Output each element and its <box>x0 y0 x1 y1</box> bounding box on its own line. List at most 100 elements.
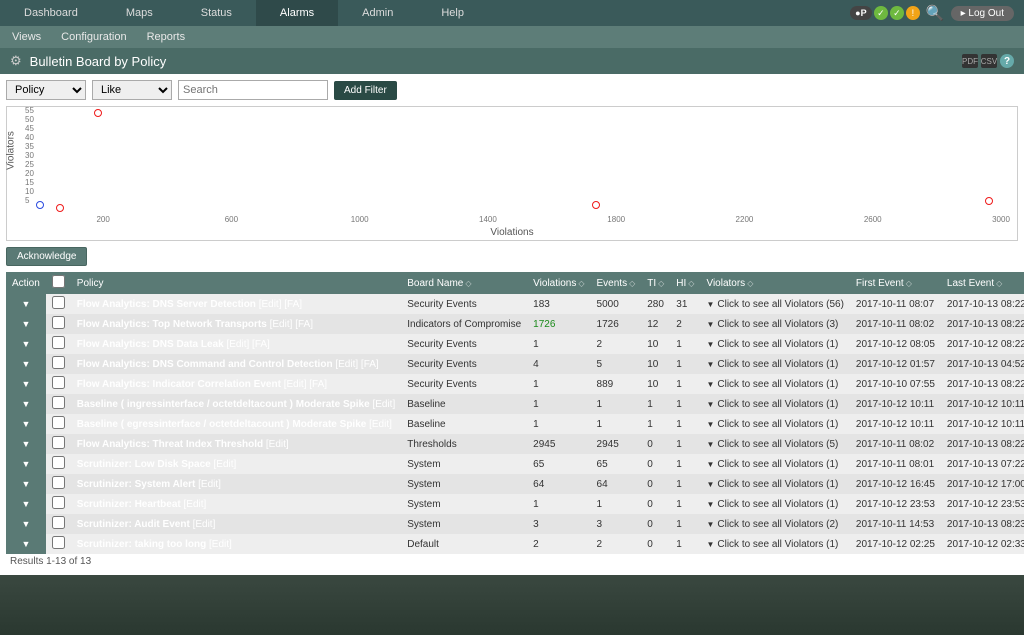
row-action-icon[interactable]: ▼ <box>21 479 30 489</box>
chart-point[interactable] <box>94 109 102 117</box>
policy-link[interactable]: [Edit] <box>214 459 237 470</box>
violators-link[interactable]: ▼Click to see all Violators (1) <box>706 499 838 510</box>
row-checkbox[interactable] <box>52 516 65 529</box>
violators-link[interactable]: ▼Click to see all Violators (1) <box>706 339 838 350</box>
row-checkbox[interactable] <box>52 376 65 389</box>
violators-link[interactable]: ▼Click to see all Violators (1) <box>706 399 838 410</box>
row-checkbox[interactable] <box>52 316 65 329</box>
row-checkbox[interactable] <box>52 336 65 349</box>
row-action-icon[interactable]: ▼ <box>21 539 30 549</box>
policy-link[interactable]: [Edit] <box>193 519 216 530</box>
search-icon[interactable]: 🔍 <box>926 4 945 22</box>
badge-ok-1[interactable]: ✓ <box>874 6 888 20</box>
nav-tab-maps[interactable]: Maps <box>102 0 177 26</box>
nav-tab-alarms[interactable]: Alarms <box>256 0 338 26</box>
chart-point[interactable] <box>56 204 64 212</box>
export-pdf-icon[interactable]: PDF <box>962 54 978 68</box>
row-checkbox[interactable] <box>52 416 65 429</box>
subnav-reports[interactable]: Reports <box>147 31 186 43</box>
badge-ok-2[interactable]: ✓ <box>890 6 904 20</box>
policy-link[interactable]: [Edit] <box>259 299 285 310</box>
chart-point[interactable] <box>592 201 600 209</box>
row-action-icon[interactable]: ▼ <box>21 399 30 409</box>
row-action-icon[interactable]: ▼ <box>21 319 30 329</box>
filter-op-select[interactable]: Like <box>92 80 172 100</box>
row-action-icon[interactable]: ▼ <box>21 439 30 449</box>
policy-link[interactable]: [Edit] <box>226 339 252 350</box>
nav-tab-help[interactable]: Help <box>417 0 488 26</box>
policy-link[interactable]: [FA] <box>284 299 302 310</box>
status-badges: ●P ✓ ✓ ! <box>850 6 920 20</box>
policy-link[interactable]: [FA] <box>309 379 327 390</box>
row-action-icon[interactable]: ▼ <box>21 339 30 349</box>
badge-warn[interactable]: ! <box>906 6 920 20</box>
violators-link[interactable]: ▼Click to see all Violators (5) <box>706 439 838 450</box>
sub-nav: Views Configuration Reports <box>0 26 1024 48</box>
policy-link[interactable]: [Edit] <box>335 359 361 370</box>
policy-link[interactable]: [Edit] <box>184 499 207 510</box>
col-violations[interactable]: Violations◇ <box>527 272 590 294</box>
violators-link[interactable]: ▼Click to see all Violators (1) <box>706 379 838 390</box>
help-icon[interactable]: ? <box>1000 54 1014 68</box>
policy-link[interactable]: [Edit] <box>372 399 395 410</box>
violators-link[interactable]: ▼Click to see all Violators (1) <box>706 419 838 430</box>
scatter-chart[interactable]: Violators Violations 5101520253035404550… <box>6 106 1018 241</box>
policy-link[interactable]: [FA] <box>252 339 270 350</box>
row-checkbox[interactable] <box>52 396 65 409</box>
row-action-icon[interactable]: ▼ <box>21 519 30 529</box>
add-filter-button[interactable]: Add Filter <box>334 81 397 100</box>
row-checkbox[interactable] <box>52 496 65 509</box>
row-action-icon[interactable]: ▼ <box>21 379 30 389</box>
chart-point[interactable] <box>36 201 44 209</box>
policy-link[interactable]: [Edit] <box>369 419 392 430</box>
policy-link[interactable]: [Edit] <box>270 319 296 330</box>
violators-link[interactable]: ▼Click to see all Violators (56) <box>706 299 843 310</box>
col-violators[interactable]: Violators◇ <box>700 272 849 294</box>
row-checkbox[interactable] <box>52 456 65 469</box>
row-action-icon[interactable]: ▼ <box>21 359 30 369</box>
policy-link[interactable]: [FA] <box>361 359 379 370</box>
policy-link[interactable]: [FA] <box>295 319 313 330</box>
violators-link[interactable]: ▼Click to see all Violators (2) <box>706 519 838 530</box>
col-board-name[interactable]: Board Name◇ <box>401 272 527 294</box>
policy-link[interactable]: [Edit] <box>284 379 310 390</box>
violators-link[interactable]: ▼Click to see all Violators (1) <box>706 539 838 550</box>
gear-icon[interactable]: ⚙ <box>10 53 22 69</box>
violators-link[interactable]: ▼Click to see all Violators (1) <box>706 479 838 490</box>
acknowledge-button[interactable]: Acknowledge <box>6 247 87 266</box>
policy-link[interactable]: [Edit] <box>209 539 232 550</box>
nav-tab-admin[interactable]: Admin <box>338 0 417 26</box>
chart-point[interactable] <box>985 197 993 205</box>
logout-button[interactable]: ▸ Log Out <box>951 6 1014 21</box>
policy-link[interactable]: [Edit] <box>198 479 221 490</box>
policy-link[interactable]: [Edit] <box>266 439 289 450</box>
col-first-event[interactable]: First Event◇ <box>850 272 941 294</box>
nav-tab-dashboard[interactable]: Dashboard <box>0 0 102 26</box>
row-checkbox[interactable] <box>52 536 65 549</box>
row-action-icon[interactable]: ▼ <box>21 419 30 429</box>
col-events[interactable]: Events◇ <box>591 272 642 294</box>
row-checkbox[interactable] <box>52 436 65 449</box>
subnav-views[interactable]: Views <box>12 31 41 43</box>
badge-p[interactable]: ●P <box>850 6 872 20</box>
row-action-icon[interactable]: ▼ <box>21 459 30 469</box>
col-ti[interactable]: TI◇ <box>641 272 670 294</box>
export-csv-icon[interactable]: CSV <box>981 54 997 68</box>
nav-tab-status[interactable]: Status <box>177 0 256 26</box>
filter-field-select[interactable]: Policy <box>6 80 86 100</box>
subnav-configuration[interactable]: Configuration <box>61 31 126 43</box>
violators-link[interactable]: ▼Click to see all Violators (1) <box>706 359 838 370</box>
col-hi[interactable]: HI◇ <box>670 272 700 294</box>
violators-link[interactable]: ▼Click to see all Violators (3) <box>706 319 838 330</box>
select-all-checkbox[interactable] <box>52 275 65 288</box>
row-checkbox[interactable] <box>52 476 65 489</box>
filter-search-input[interactable] <box>178 80 328 100</box>
row-action-icon[interactable]: ▼ <box>21 499 30 509</box>
row-action-icon[interactable]: ▼ <box>21 299 30 309</box>
col-policy[interactable]: Policy <box>71 272 401 294</box>
row-checkbox[interactable] <box>52 356 65 369</box>
top-nav: DashboardMapsStatusAlarmsAdminHelp ●P ✓ … <box>0 0 1024 26</box>
violators-link[interactable]: ▼Click to see all Violators (1) <box>706 459 838 470</box>
row-checkbox[interactable] <box>52 296 65 309</box>
col-last-event[interactable]: Last Event◇ <box>941 272 1024 294</box>
